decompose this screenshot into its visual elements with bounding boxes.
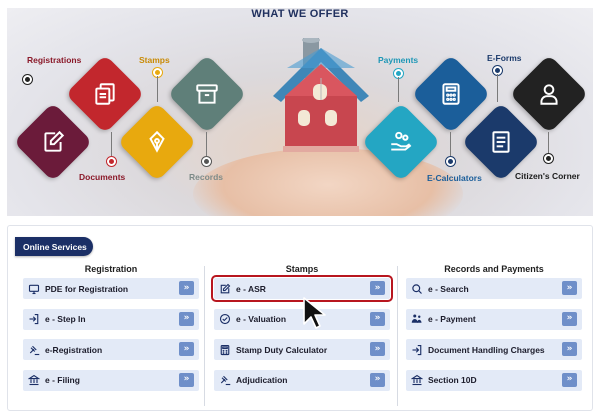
e-calculators-connector: [450, 132, 451, 156]
stamps-connector: [157, 76, 158, 102]
registration-column: Registration PDE for Registration » e - …: [23, 264, 199, 400]
e-registration-button[interactable]: e-Registration »: [23, 339, 199, 360]
document-handling-charges-button[interactable]: Document Handling Charges »: [406, 339, 582, 360]
document-handling-charges-label: Document Handling Charges: [428, 344, 545, 355]
section-10d-label: Section 10D: [428, 375, 477, 385]
stamp-duty-calculator-button[interactable]: Stamp Duty Calculator »: [214, 339, 390, 360]
monitor-icon: [23, 278, 45, 299]
e-search-label: e - Search: [428, 283, 469, 294]
adjudication-label: Adjudication: [236, 375, 288, 385]
search-icon: [406, 278, 428, 299]
archive-box-icon: [165, 52, 249, 136]
go-arrow-icon[interactable]: »: [562, 342, 577, 356]
go-arrow-icon[interactable]: »: [179, 311, 194, 326]
go-arrow-icon[interactable]: »: [179, 372, 194, 387]
records-connector: [206, 132, 207, 156]
e-search-button[interactable]: e - Search »: [406, 278, 582, 299]
records-tile[interactable]: [165, 52, 249, 136]
check-circle-icon: [214, 309, 236, 330]
pde-for-registration-label: PDE for Registration: [45, 283, 129, 294]
column-divider-1: [204, 266, 205, 406]
e-forms-connector: [497, 74, 498, 102]
e-registration-label: e-Registration: [45, 344, 103, 355]
go-arrow-icon[interactable]: »: [179, 342, 194, 356]
user-icon: [507, 52, 591, 136]
edit-icon: [214, 278, 236, 299]
calculator-icon: [214, 339, 236, 360]
citizens-corner-marker: [544, 154, 553, 163]
stamps-heading: Stamps: [285, 264, 319, 274]
e-filing-button[interactable]: e - Filing »: [23, 369, 199, 391]
e-step-in-label: e - Step In: [45, 314, 86, 324]
go-arrow-icon[interactable]: »: [370, 281, 385, 295]
records-label: Records: [189, 172, 224, 182]
records-and-payments-heading: Records and Payments: [444, 264, 544, 274]
registration-heading: Registration: [84, 264, 138, 274]
pde-for-registration-button[interactable]: PDE for Registration »: [23, 278, 199, 299]
go-arrow-icon[interactable]: »: [370, 372, 385, 387]
banner-title: WHAT WE OFFER: [251, 8, 349, 20]
citizens-corner-tile[interactable]: [507, 52, 591, 136]
registrations-marker: [23, 75, 32, 84]
records-and-payments-column: Records and Payments e - Search » e - Pa…: [406, 264, 582, 400]
bank-icon: [23, 370, 45, 391]
section-10d-button[interactable]: Section 10D »: [406, 369, 582, 391]
e-calculators-marker: [446, 157, 455, 166]
go-arrow-icon[interactable]: »: [370, 342, 385, 356]
records-marker: [202, 157, 211, 166]
e-payment-label: e - Payment: [428, 314, 476, 324]
stamps-column: Stamps e - ASR » e - Valuation » Stamp D…: [211, 264, 393, 400]
go-arrow-icon[interactable]: »: [562, 311, 577, 326]
column-divider-2: [397, 266, 398, 406]
go-arrow-icon[interactable]: »: [562, 281, 577, 295]
e-filing-label: e - Filing: [45, 375, 80, 385]
payments-connector: [398, 77, 399, 102]
stamp-duty-calculator-label: Stamp Duty Calculator: [236, 344, 328, 355]
go-arrow-icon[interactable]: »: [179, 281, 194, 295]
what-we-offer-banner: WHAT WE OFFER Registrations Documents St…: [7, 8, 593, 216]
bank-icon: [406, 370, 428, 391]
e-asr-label: e - ASR: [236, 283, 266, 294]
online-services-panel: Online Services Registration PDE for Reg…: [7, 225, 593, 411]
citizens-corner-connector: [548, 132, 549, 153]
gavel-icon: [214, 370, 236, 391]
mouse-cursor-icon: [303, 297, 326, 329]
registrations-label: Registrations: [27, 55, 82, 65]
e-payment-button[interactable]: e - Payment »: [406, 308, 582, 330]
go-arrow-icon[interactable]: »: [370, 311, 385, 326]
online-services-badge: Online Services: [15, 237, 93, 256]
sign-in-icon: [23, 309, 45, 330]
sign-in-icon: [406, 339, 428, 360]
adjudication-button[interactable]: Adjudication »: [214, 369, 390, 391]
gavel-icon: [23, 339, 45, 360]
e-step-in-button[interactable]: e - Step In »: [23, 308, 199, 330]
documents-connector: [111, 132, 112, 156]
citizens-corner-label: Citizen's Corner: [515, 171, 580, 181]
people-money-icon: [406, 309, 428, 330]
go-arrow-icon[interactable]: »: [562, 372, 577, 387]
